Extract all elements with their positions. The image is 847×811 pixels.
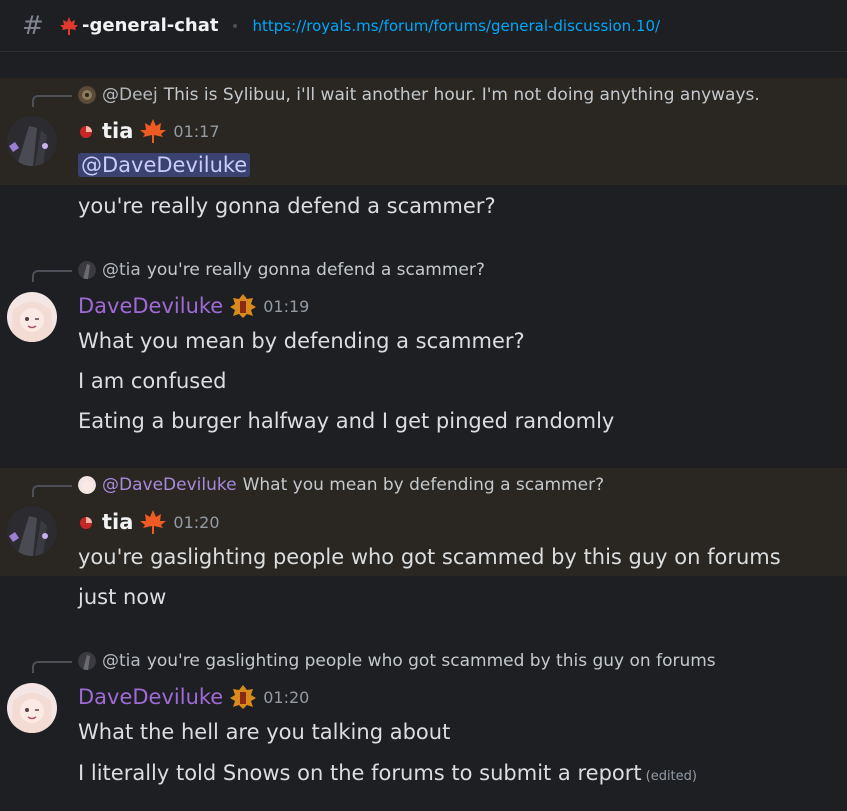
reply-text: This is Sylibuu, i'll wait another hour.…	[163, 85, 760, 105]
user-avatar[interactable]	[7, 506, 57, 556]
maple-leaf-badge-icon	[140, 510, 167, 534]
timestamp: 01:17	[173, 121, 220, 141]
reply-username[interactable]: @tia	[102, 260, 141, 280]
message-content: Eating a burger halfway and I get pinged…	[78, 409, 615, 433]
user-avatar[interactable]	[7, 683, 57, 733]
reply-reference[interactable]: @tia you're gaslighting people who got s…	[78, 650, 716, 672]
reply-reference[interactable]: @tia you're really gonna defend a scamme…	[78, 259, 485, 281]
message-header: tia 01:20	[78, 507, 220, 537]
channel-name: -general-chat	[82, 15, 219, 36]
timestamp: 01:20	[263, 687, 310, 707]
user-avatar[interactable]	[7, 292, 57, 342]
message-item[interactable]: @DaveDeviluke What you mean by defending…	[0, 468, 847, 576]
message-text: I literally told Snows on the forums to …	[78, 761, 642, 785]
message-header: DaveDeviluke 01:19	[78, 291, 309, 321]
reply-spine	[32, 661, 72, 673]
role-icon	[80, 517, 92, 529]
message-content: you're really gonna defend a scammer?	[78, 194, 496, 218]
message-item[interactable]: @Deej This is Sylibuu, i'll wait another…	[0, 78, 847, 185]
maple-leaf-badge-icon	[140, 119, 167, 143]
reply-username[interactable]: @Deej	[102, 85, 158, 105]
message-content: What the hell are you talking about	[78, 720, 451, 744]
message-content: @DaveDeviluke	[78, 150, 251, 180]
reply-username[interactable]: @tia	[102, 651, 141, 671]
reply-spine	[32, 485, 72, 497]
reply-avatar	[78, 652, 96, 670]
message-content: just now	[78, 585, 167, 609]
reply-reference[interactable]: @Deej This is Sylibuu, i'll wait another…	[78, 84, 760, 106]
reply-avatar	[78, 261, 96, 279]
chat-window: # -general-chat https://royals.ms/forum/…	[0, 0, 847, 811]
reply-text: you're really gonna defend a scammer?	[146, 260, 485, 280]
reply-avatar	[78, 86, 96, 104]
timestamp: 01:20	[173, 512, 220, 532]
message-header: DaveDeviluke 01:20	[78, 682, 309, 712]
channel-hash-icon: #	[22, 10, 44, 41]
message-content: I literally told Snows on the forums to …	[78, 758, 697, 792]
user-mention[interactable]: @DaveDeviluke	[78, 153, 251, 177]
timestamp: 01:19	[263, 296, 310, 316]
reply-text: What you mean by defending a scammer?	[242, 475, 605, 495]
maple-leaf-icon	[60, 16, 78, 35]
reply-username[interactable]: @DaveDeviluke	[102, 475, 237, 495]
message-item[interactable]: @tia you're really gonna defend a scamme…	[0, 254, 847, 444]
reply-reference[interactable]: @DaveDeviluke What you mean by defending…	[78, 474, 604, 496]
message-content: you're gaslighting people who got scamme…	[78, 545, 781, 569]
edited-label: (edited)	[645, 769, 697, 784]
message-content: I am confused	[78, 369, 227, 393]
guild-badge-icon	[230, 294, 257, 318]
message-item[interactable]: @tia you're gaslighting people who got s…	[0, 645, 847, 795]
user-avatar[interactable]	[7, 116, 57, 166]
reply-spine	[32, 270, 72, 282]
message-header: tia 01:17	[78, 116, 220, 146]
role-icon	[80, 126, 92, 138]
header-divider-dot	[232, 23, 237, 28]
channel-topic-link[interactable]: https://royals.ms/forum/forums/general-d…	[253, 17, 661, 35]
author-name[interactable]: DaveDeviluke	[78, 294, 223, 318]
message-content: What you mean by defending a scammer?	[78, 329, 525, 353]
reply-spine	[32, 95, 72, 107]
reply-avatar	[78, 476, 96, 494]
author-name[interactable]: tia	[102, 510, 133, 534]
author-name[interactable]: tia	[102, 119, 133, 143]
author-name[interactable]: DaveDeviluke	[78, 685, 223, 709]
reply-text: you're gaslighting people who got scamme…	[146, 651, 716, 671]
channel-header: # -general-chat https://royals.ms/forum/…	[0, 0, 847, 52]
guild-badge-icon	[230, 685, 257, 709]
